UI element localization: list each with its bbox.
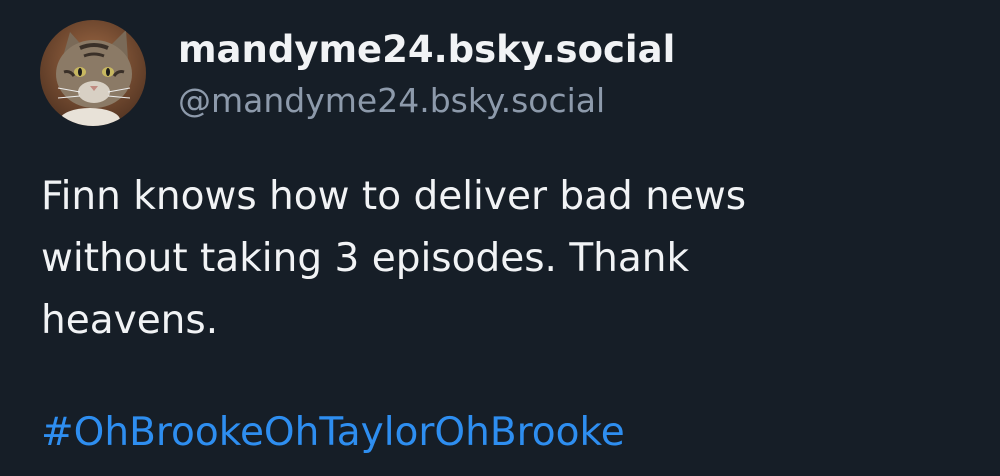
post-card: mandyme24.bsky.social @mandyme24.bsky.so… bbox=[0, 0, 1000, 476]
post-text: Finn knows how to deliver bad news witho… bbox=[41, 166, 971, 352]
author-handle[interactable]: @mandyme24.bsky.social bbox=[178, 78, 605, 124]
cat-avatar-icon bbox=[40, 20, 146, 126]
author-display-name[interactable]: mandyme24.bsky.social bbox=[178, 26, 675, 74]
hashtag-link[interactable]: #OhBrookeOhTaylorOhBrooke bbox=[41, 402, 625, 464]
author-avatar[interactable] bbox=[40, 20, 146, 126]
post-text-line: Finn knows how to deliver bad news bbox=[41, 174, 747, 219]
post-text-line: without taking 3 episodes. Thank bbox=[41, 236, 690, 281]
post-text-line: heavens. bbox=[41, 298, 219, 343]
